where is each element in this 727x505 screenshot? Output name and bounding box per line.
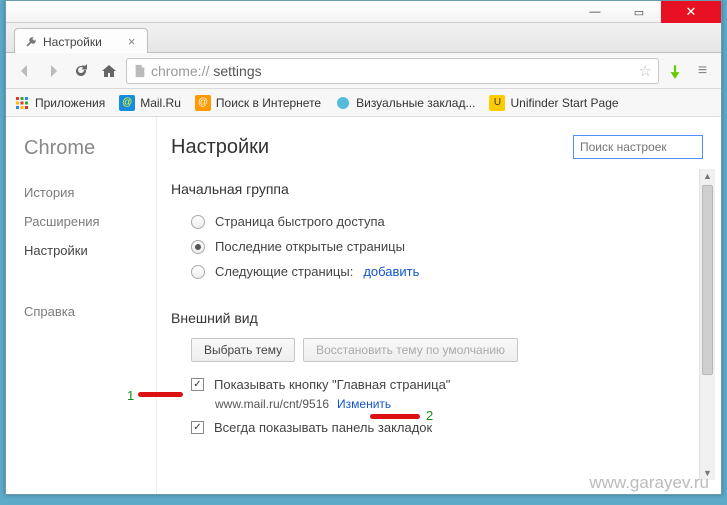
unifinder-icon: U [489, 95, 505, 111]
minimize-button[interactable]: — [573, 1, 617, 23]
nav-help[interactable]: Справка [24, 297, 156, 326]
startup-title: Начальная группа [171, 181, 703, 197]
show-home-checkbox-row[interactable]: Показывать кнопку "Главная страница" [171, 372, 703, 397]
close-window-button[interactable]: ✕ [661, 1, 721, 23]
radio-label: Последние открытые страницы [215, 239, 405, 254]
add-pages-link[interactable]: добавить [363, 264, 419, 279]
checkbox-label: Всегда показывать панель закладок [214, 420, 432, 435]
nav-settings[interactable]: Настройки [24, 236, 156, 265]
bookmark-unifinder[interactable]: U Unifinder Start Page [489, 95, 618, 111]
radio-icon [191, 240, 205, 254]
change-home-link[interactable]: Изменить [337, 397, 391, 411]
reset-theme-button[interactable]: Восстановить тему по умолчанию [303, 338, 518, 362]
annotation-2: 2 [426, 408, 433, 423]
address-bar[interactable]: chrome://settings ☆ [126, 58, 659, 84]
tab-close-icon[interactable]: × [128, 34, 136, 49]
radio-label: Страница быстрого доступа [215, 214, 385, 229]
chrome-brand: Chrome [24, 137, 156, 160]
nav-extensions[interactable]: Расширения [24, 207, 156, 236]
extension-download-icon[interactable] [665, 61, 685, 81]
page-icon [133, 64, 147, 78]
settings-sidebar: Chrome История Расширения Настройки Спра… [6, 117, 156, 494]
bookmark-star-icon[interactable]: ☆ [639, 62, 652, 80]
home-url-value: www.mail.ru/cnt/9516 [215, 397, 329, 411]
reload-button[interactable] [70, 60, 92, 82]
home-button[interactable] [98, 60, 120, 82]
bookmark-visual[interactable]: Визуальные заклад... [335, 95, 475, 111]
bookmarks-bar: Приложения @ Mail.Ru @ Поиск в Интернете В… [6, 89, 721, 117]
startup-section: Начальная группа Страница быстрого досту… [171, 181, 703, 284]
menu-button[interactable]: ≡ [691, 60, 713, 82]
startup-option-lastpages[interactable]: Последние открытые страницы [171, 234, 703, 259]
startup-option-specific[interactable]: Следующие страницы: добавить [171, 259, 703, 284]
show-bookmarks-checkbox-row[interactable]: Всегда показывать панель закладок [171, 415, 703, 440]
annotation-1: 1 [127, 388, 134, 403]
startup-option-quickaccess[interactable]: Страница быстрого доступа [171, 209, 703, 234]
bookmark-mailru[interactable]: @ Mail.Ru [119, 95, 181, 111]
bookmark-label: Mail.Ru [140, 96, 181, 110]
watermark: www.garayev.ru [589, 473, 709, 493]
toolbar: chrome://settings ☆ ≡ [6, 53, 721, 89]
visual-bookmarks-icon [335, 95, 351, 111]
settings-header: Настройки [171, 135, 703, 159]
forward-button[interactable] [42, 60, 64, 82]
tab-strip: Настройки × [6, 23, 721, 53]
url-scheme: chrome:// [151, 63, 209, 79]
settings-page: Chrome История Расширения Настройки Спра… [6, 117, 721, 494]
back-button[interactable] [14, 60, 36, 82]
bookmark-label: Приложения [35, 96, 105, 110]
scroll-up-icon[interactable]: ▲ [703, 171, 712, 181]
radio-icon [191, 215, 205, 229]
bookmark-label: Поиск в Интернете [216, 96, 321, 110]
bookmark-search[interactable]: @ Поиск в Интернете [195, 95, 321, 111]
apps-icon [14, 95, 30, 111]
maximize-button[interactable]: ▭ [617, 1, 661, 23]
window-titlebar: — ▭ ✕ [6, 1, 721, 23]
vertical-scrollbar[interactable]: ▲ ▼ [699, 169, 715, 480]
radio-icon [191, 265, 205, 279]
settings-search-input[interactable] [573, 135, 703, 159]
home-url-row: www.mail.ru/cnt/9516 Изменить [171, 397, 703, 411]
browser-window: — ▭ ✕ Настройки × chrome://settings ☆ ≡ … [5, 0, 722, 495]
tab-settings[interactable]: Настройки × [14, 28, 148, 53]
bookmark-label: Unifinder Start Page [510, 96, 618, 110]
choose-theme-button[interactable]: Выбрать тему [191, 338, 295, 362]
checkbox-icon [191, 378, 204, 391]
page-title: Настройки [171, 136, 269, 159]
settings-main: Настройки Начальная группа Страница быст… [156, 117, 721, 494]
url-path: settings [213, 63, 261, 79]
radio-label: Следующие страницы: [215, 264, 353, 279]
bookmark-apps[interactable]: Приложения [14, 95, 105, 111]
appearance-section: Внешний вид Выбрать тему Восстановить те… [171, 310, 703, 440]
scroll-thumb[interactable] [702, 185, 713, 375]
bookmark-label: Визуальные заклад... [356, 96, 475, 110]
search-bookmark-icon: @ [195, 95, 211, 111]
appearance-title: Внешний вид [171, 310, 703, 326]
annotation-line-2 [370, 414, 420, 419]
tab-label: Настройки [43, 35, 102, 49]
checkbox-icon [191, 421, 204, 434]
checkbox-label: Показывать кнопку "Главная страница" [214, 377, 450, 392]
nav-history[interactable]: История [24, 178, 156, 207]
mailru-icon: @ [119, 95, 135, 111]
annotation-line-1 [138, 392, 183, 397]
wrench-icon [25, 36, 37, 48]
